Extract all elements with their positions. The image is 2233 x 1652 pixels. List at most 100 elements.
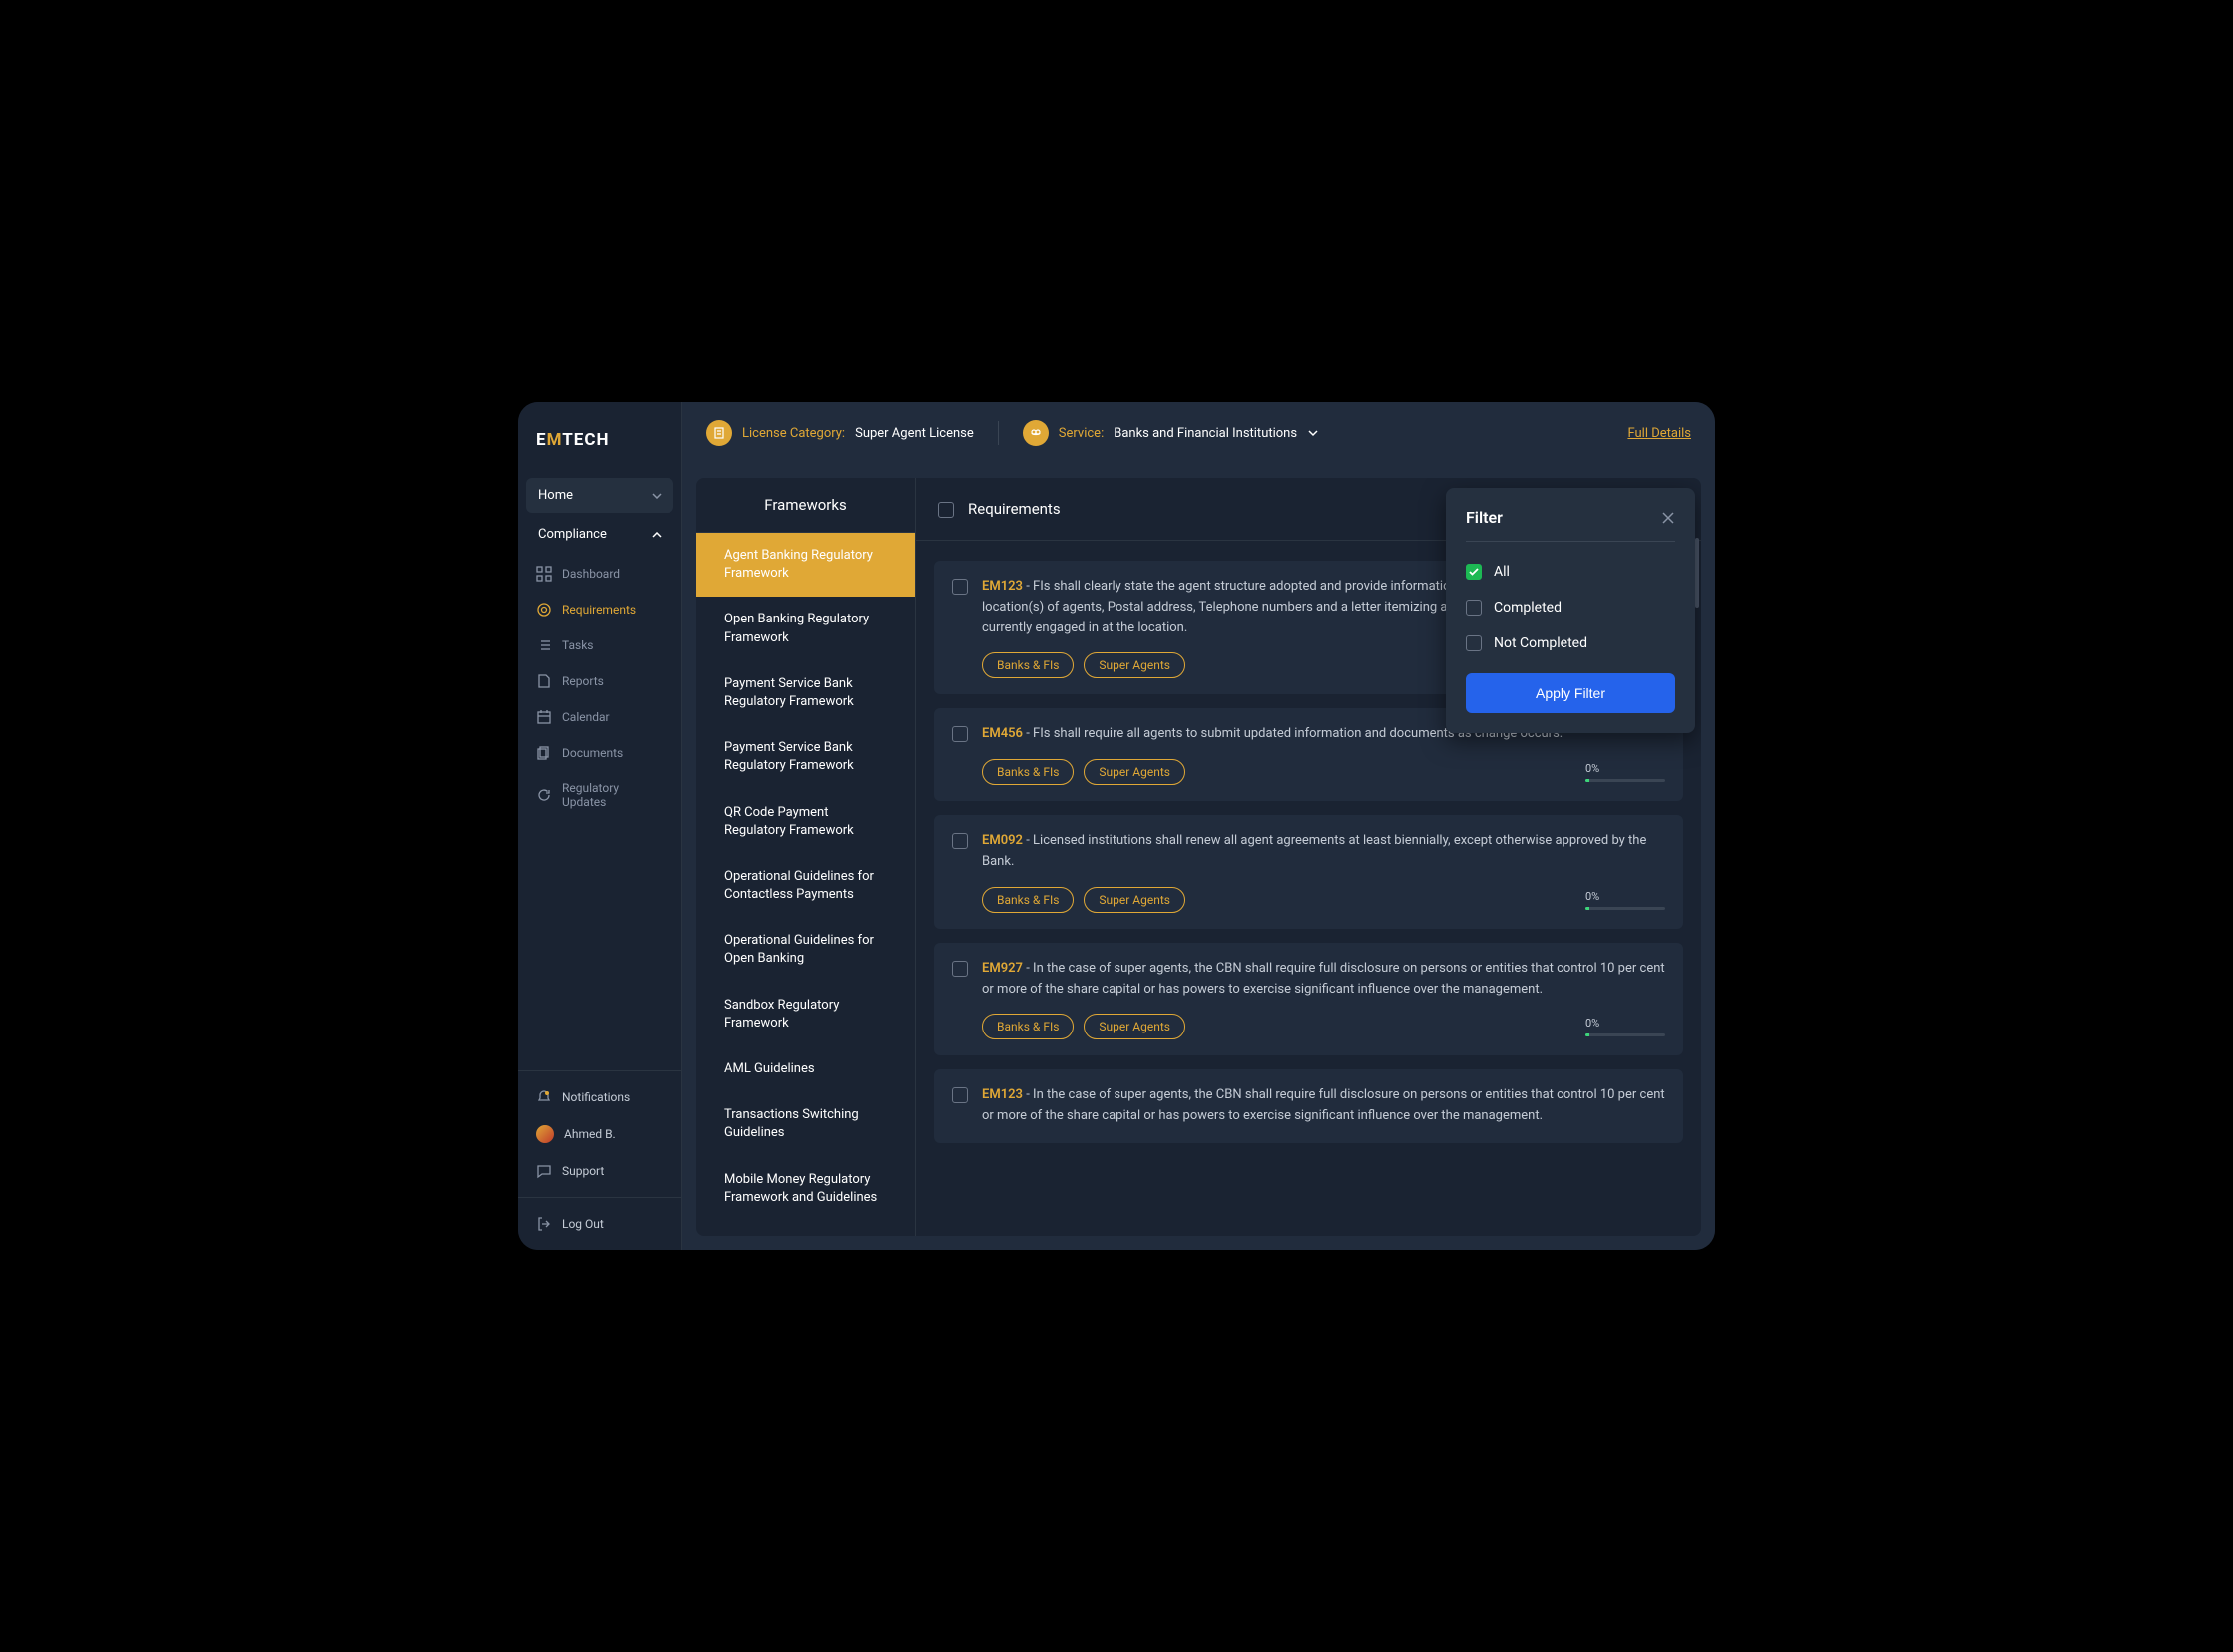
- progress-label: 0%: [1585, 1017, 1599, 1030]
- documents-icon: [536, 745, 552, 761]
- user-link[interactable]: Ahmed B.: [526, 1115, 673, 1153]
- logo-post: TECH: [562, 430, 609, 450]
- requirement-checkbox[interactable]: [952, 833, 968, 849]
- bell-icon: [536, 1089, 552, 1105]
- framework-item[interactable]: Transactions Switching Guidelines: [696, 1092, 915, 1156]
- support-link[interactable]: Support: [526, 1153, 673, 1189]
- license-icon: [706, 420, 732, 446]
- divider: [998, 421, 999, 445]
- requirement-card: EM092 - Licensed institutions shall rene…: [934, 815, 1683, 929]
- framework-item[interactable]: Operational Guidelines for Open Banking: [696, 918, 915, 982]
- filter-popover-title: Filter: [1466, 508, 1503, 527]
- notifications-label: Notifications: [562, 1090, 630, 1104]
- sidebar-item-dashboard[interactable]: Dashboard: [526, 556, 673, 592]
- nav-section: Home Compliance: [518, 478, 681, 556]
- checkbox-icon: [1466, 600, 1482, 616]
- close-icon[interactable]: [1661, 511, 1675, 525]
- framework-item[interactable]: Operational Guidelines for Contactless P…: [696, 854, 915, 918]
- panel: Frameworks Agent Banking Regulatory Fram…: [696, 478, 1701, 1236]
- tag[interactable]: Super Agents: [1084, 887, 1185, 913]
- framework-item[interactable]: Agent Banking Regulatory Framework: [696, 533, 915, 597]
- sidebar-item-documents[interactable]: Documents: [526, 735, 673, 771]
- framework-item[interactable]: QR Code Payment Regulatory Framework: [696, 790, 915, 854]
- framework-item[interactable]: AML Guidelines: [696, 1046, 915, 1092]
- notifications-link[interactable]: Notifications: [526, 1079, 673, 1115]
- chevron-down-icon: [1307, 429, 1319, 437]
- file-icon: [536, 673, 552, 689]
- chevron-down-icon: [652, 493, 662, 499]
- tag[interactable]: Super Agents: [1084, 1014, 1185, 1039]
- framework-item[interactable]: Mobile Money Regulatory Framework and Gu…: [696, 1157, 915, 1221]
- requirement-tags: Banks & FIs Super Agents 0%: [982, 887, 1665, 913]
- service-icon: [1023, 420, 1049, 446]
- requirement-body: EM092 - Licensed institutions shall rene…: [982, 831, 1665, 913]
- logo-mid: M: [547, 430, 563, 450]
- tag[interactable]: Banks & FIs: [982, 759, 1074, 785]
- requirement-body: EM123 - In the case of super agents, the…: [982, 1085, 1665, 1127]
- requirement-checkbox[interactable]: [952, 579, 968, 595]
- requirement-checkbox[interactable]: [952, 961, 968, 977]
- tag[interactable]: Super Agents: [1084, 759, 1185, 785]
- progress-bar: [1585, 779, 1665, 782]
- support-label: Support: [562, 1164, 604, 1178]
- requirement-checkbox[interactable]: [952, 726, 968, 742]
- requirements-title: Requirements: [968, 500, 1061, 518]
- nav-home-label: Home: [538, 488, 573, 503]
- logout-label: Log Out: [562, 1217, 604, 1231]
- tag[interactable]: Super Agents: [1084, 652, 1185, 678]
- sidebar-item-label: Documents: [562, 746, 623, 760]
- progress: 0%: [1585, 762, 1665, 782]
- nav-compliance[interactable]: Compliance: [526, 517, 673, 552]
- sidebar-item-label: Calendar: [562, 710, 610, 724]
- avatar: [536, 1125, 554, 1143]
- requirement-desc: - In the case of super agents, the CBN s…: [982, 961, 1665, 997]
- service-pill[interactable]: Service: Banks and Financial Institution…: [1023, 420, 1319, 446]
- frameworks-header: Frameworks: [696, 478, 915, 533]
- logout-link[interactable]: Log Out: [526, 1206, 673, 1242]
- tag[interactable]: Banks & FIs: [982, 1014, 1074, 1039]
- select-all-checkbox[interactable]: [938, 502, 954, 518]
- requirement-card: EM123 - In the case of super agents, the…: [934, 1069, 1683, 1143]
- requirement-body: EM927 - In the case of super agents, the…: [982, 959, 1665, 1040]
- requirement-checkbox[interactable]: [952, 1087, 968, 1103]
- tag[interactable]: Banks & FIs: [982, 652, 1074, 678]
- tag[interactable]: Banks & FIs: [982, 887, 1074, 913]
- logout-icon: [536, 1216, 552, 1232]
- apply-filter-button[interactable]: Apply Filter: [1466, 673, 1675, 713]
- compliance-subnav: Dashboard Requirements Tasks Reports: [518, 556, 681, 827]
- logo: EMTECH: [518, 402, 681, 478]
- license-value: Super Agent License: [855, 426, 974, 441]
- license-pill: License Category: Super Agent License: [706, 420, 974, 446]
- scrollbar[interactable]: [1695, 538, 1699, 608]
- full-details-link[interactable]: Full Details: [1627, 426, 1691, 441]
- calendar-icon: [536, 709, 552, 725]
- sidebar-item-calendar[interactable]: Calendar: [526, 699, 673, 735]
- sidebar-item-tasks[interactable]: Tasks: [526, 627, 673, 663]
- nav-home[interactable]: Home: [526, 478, 673, 513]
- filter-option-completed[interactable]: Completed: [1466, 590, 1675, 625]
- requirement-tags: Banks & FIs Super Agents 0%: [982, 1014, 1665, 1039]
- sidebar-item-label: Regulatory Updates: [562, 781, 664, 809]
- framework-item[interactable]: Payment Service Bank Regulatory Framewor…: [696, 725, 915, 789]
- chevron-up-icon: [652, 532, 662, 538]
- requirement-desc: - Licensed institutions shall renew all …: [982, 833, 1646, 869]
- progress: 0%: [1585, 1017, 1665, 1036]
- logo-pre: E: [536, 430, 547, 450]
- progress-label: 0%: [1585, 890, 1599, 903]
- framework-item[interactable]: Open Banking Regulatory Framework: [696, 597, 915, 660]
- requirement-code: EM123: [982, 579, 1023, 594]
- requirement-body: EM456 - FIs shall require all agents to …: [982, 724, 1665, 785]
- sidebar-item-requirements[interactable]: Requirements: [526, 592, 673, 627]
- logout-section: Log Out: [518, 1197, 681, 1250]
- service-value: Banks and Financial Institutions: [1114, 426, 1297, 441]
- sidebar-item-updates[interactable]: Regulatory Updates: [526, 771, 673, 819]
- sidebar-item-reports[interactable]: Reports: [526, 663, 673, 699]
- checkbox-checked-icon: [1466, 564, 1482, 580]
- framework-item[interactable]: Payment Service Bank Regulatory Framewor…: [696, 661, 915, 725]
- app-window: EMTECH Home Compliance Dashboard: [518, 402, 1715, 1250]
- framework-item[interactable]: Sandbox Regulatory Framework: [696, 983, 915, 1046]
- filter-option-all[interactable]: All: [1466, 554, 1675, 590]
- checkbox-icon: [1466, 635, 1482, 651]
- filter-option-not-completed[interactable]: Not Completed: [1466, 625, 1675, 661]
- sidebar-item-label: Dashboard: [562, 567, 620, 581]
